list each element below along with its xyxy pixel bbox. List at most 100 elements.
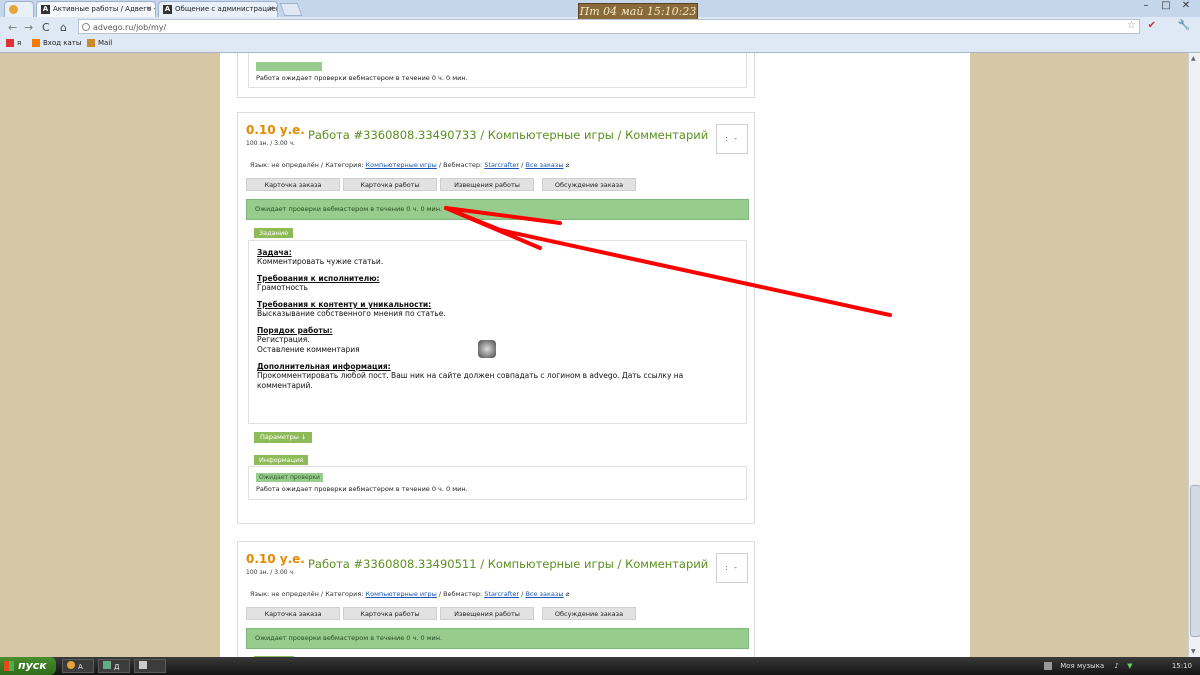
window-controls: – □ ✕ (1136, 0, 1196, 11)
taskbar-item-2[interactable]: Д (98, 659, 130, 673)
webmaster-link[interactable]: Starcrafter (484, 161, 519, 169)
network-icon[interactable]: ▼ (1127, 662, 1132, 670)
taskbar-item-chrome[interactable]: А (62, 659, 94, 673)
bookmarks-bar: я Вход каты Mail (0, 37, 1200, 52)
bookmark-yandex[interactable]: я (6, 39, 21, 47)
windows-taskbar: пуск А Д Моя музыка ♪ ▼ 15:10 (0, 657, 1200, 675)
job-card: 0.10 у.е. 100 зн. / 3.00 ч. Работа #3360… (237, 541, 755, 657)
tab-admin-chat[interactable]: A Общение с администрацией ✕ (158, 1, 278, 17)
tab-work-notices[interactable]: Извещения работы (440, 607, 534, 620)
feed-icon[interactable]: ⌀ (566, 590, 570, 598)
close-tab-icon[interactable]: ✕ (146, 2, 152, 17)
job-card: 0.10 у.е. 100 зн. / 3.00 ч. Работа #3360… (237, 112, 755, 524)
all-orders-link[interactable]: Все заказы (525, 590, 563, 598)
status-bar: Ожидает проверки вебмастером в течение 0… (246, 628, 749, 649)
home-icon[interactable]: ⌂ (60, 21, 67, 34)
tray-label[interactable]: Моя музыка (1060, 662, 1104, 670)
volume-icon[interactable]: ♪ (1114, 662, 1118, 670)
params-button[interactable]: Параметры ↓ (254, 432, 313, 443)
task-text: Комментировать чужие статьи. (257, 257, 384, 266)
task-text: Регистрация. (257, 335, 310, 344)
forward-icon[interactable]: → (24, 21, 33, 34)
tab-active-jobs[interactable]: A Активные работы / Адвего - ✕ (36, 1, 156, 17)
page-scrollbar[interactable]: ▲ ▼ (1188, 53, 1200, 657)
job-price: 0.10 у.е. (246, 123, 305, 137)
taskbar-item-3[interactable] (134, 659, 166, 673)
chrome-icon (67, 661, 75, 669)
browser-menu-button[interactable] (4, 1, 34, 17)
job-price: 0.10 у.е. (246, 552, 305, 566)
chrome-logo-icon (9, 4, 18, 14)
mail-icon (87, 39, 95, 47)
task-heading: Задача: (257, 248, 292, 257)
extension-icon[interactable]: ✔ (1148, 20, 1156, 31)
reload-icon[interactable]: C (42, 21, 50, 34)
category-link[interactable]: Компьютерные игры (366, 590, 437, 598)
job-meta: 100 зн. / 3.00 ч. (246, 569, 295, 576)
close-window-icon[interactable]: ✕ (1176, 0, 1196, 11)
task-heading: Требования к контенту и уникальности: (257, 300, 432, 309)
bookmark-star-icon[interactable]: ☆ (1127, 20, 1136, 31)
feed-icon[interactable]: ⌀ (566, 161, 570, 169)
minimize-icon[interactable]: – (1136, 0, 1156, 11)
blogger-icon (32, 39, 40, 47)
start-button[interactable]: пуск (0, 657, 56, 675)
tab-work-card[interactable]: Карточка работы (343, 178, 437, 191)
tab-label: Активные работы / Адвего - (53, 5, 156, 13)
info-box: Ожидает проверки Работа ожидает проверки… (248, 466, 747, 500)
task-label: Задание (254, 228, 294, 238)
url-text: advego.ru/job/my/ (93, 23, 167, 32)
browser-chrome: A Активные работы / Адвего - ✕ A Общение с… (0, 0, 1200, 53)
tab-work-card[interactable]: Карточка работы (343, 607, 437, 620)
new-tab-button[interactable] (279, 3, 303, 16)
tray-icon[interactable] (1044, 662, 1052, 670)
globe-icon (82, 23, 90, 31)
tab-order-discussion[interactable]: Обсуждение заказа (542, 178, 636, 191)
advego-favicon-icon: A (163, 4, 172, 14)
tray-time: 15:10 (1171, 662, 1192, 670)
tab-order-discussion[interactable]: Обсуждение заказа (542, 607, 636, 620)
task-text: Прокомментировать любой пост. Ваш ник на… (257, 371, 684, 390)
info-box: Работа ожидает проверки вебмастером в те… (248, 53, 747, 88)
close-tab-icon[interactable]: ✕ (268, 2, 274, 17)
app-icon (139, 661, 147, 669)
browser-toolbar: ← → C ⌂ advego.ru/job/my/ ☆ ✔ 🔧 (0, 17, 1200, 37)
tab-label: Общение с администрацией (175, 5, 278, 13)
avatar[interactable]: : - (716, 124, 748, 154)
status-bar: Ожидает проверки вебмастером в течение 0… (246, 199, 749, 220)
task-heading: Дополнительная информация: (257, 362, 391, 371)
task-heading: Требования к исполнителю: (257, 274, 380, 283)
page-viewport: Работа ожидает проверки вебмастером в те… (0, 53, 1188, 657)
task-text: Грамотность (257, 283, 308, 292)
tab-order-card[interactable]: Карточка заказа (246, 178, 340, 191)
scroll-down-icon[interactable]: ▼ (1191, 648, 1196, 655)
advego-favicon-icon: A (41, 4, 50, 14)
maximize-icon[interactable]: □ (1156, 0, 1176, 11)
job-card-partial: Работа ожидает проверки вебмастером в те… (237, 53, 755, 98)
bookmark-mail[interactable]: Mail (87, 39, 112, 47)
tab-work-notices[interactable]: Извещения работы (440, 178, 534, 191)
bookmark-vhod-katy[interactable]: Вход каты (32, 39, 81, 47)
job-info-line: Язык: не определён / Категория: Компьюте… (250, 590, 570, 598)
info-label: Информация (254, 455, 309, 465)
tab-order-card[interactable]: Карточка заказа (246, 607, 340, 620)
wrench-menu-icon[interactable]: 🔧 (1178, 20, 1190, 31)
job-title[interactable]: Работа #3360808.33490733 / Компьютерные … (308, 128, 708, 142)
task-box: Задача: Комментировать чужие статьи. Тре… (248, 240, 747, 424)
task-text: Высказывание собственного мнения по стат… (257, 309, 446, 318)
windows-flag-icon (4, 661, 14, 671)
app-icon (103, 661, 111, 669)
back-icon[interactable]: ← (8, 21, 17, 34)
page-content: Работа ожидает проверки вебмастером в те… (220, 53, 970, 657)
scroll-thumb[interactable] (1190, 485, 1200, 637)
job-title[interactable]: Работа #3360808.33490511 / Компьютерные … (308, 557, 708, 571)
address-bar[interactable]: advego.ru/job/my/ (78, 19, 1140, 34)
avatar[interactable]: : - (716, 553, 748, 583)
category-link[interactable]: Компьютерные игры (366, 161, 437, 169)
job-meta: 100 зн. / 3.00 ч. (246, 140, 295, 147)
all-orders-link[interactable]: Все заказы (525, 161, 563, 169)
job-info-line: Язык: не определён / Категория: Компьюте… (250, 161, 570, 169)
yandex-icon (6, 39, 14, 47)
scroll-up-icon[interactable]: ▲ (1191, 55, 1196, 62)
webmaster-link[interactable]: Starcrafter (484, 590, 519, 598)
